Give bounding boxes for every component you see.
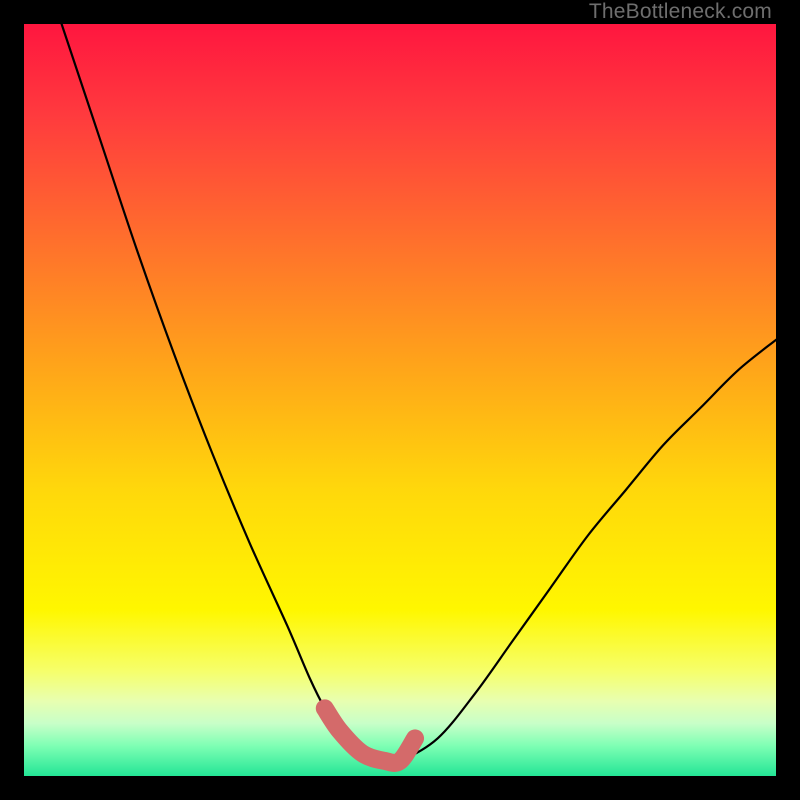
highlight-marker [325, 708, 415, 763]
bottleneck-curve [62, 24, 776, 763]
curve-layer [24, 24, 776, 776]
plot-area [24, 24, 776, 776]
chart-frame: TheBottleneck.com [0, 0, 800, 800]
watermark-text: TheBottleneck.com [589, 0, 772, 24]
